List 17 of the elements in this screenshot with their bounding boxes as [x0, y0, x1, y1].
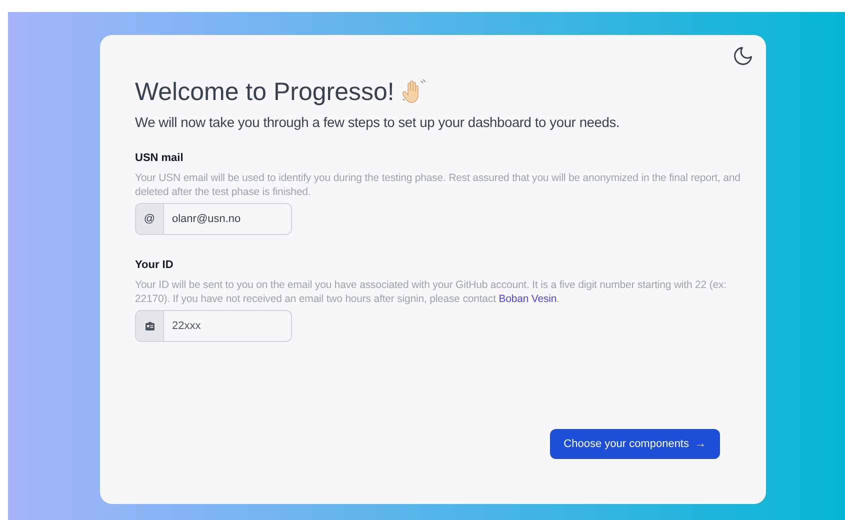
- choose-components-button[interactable]: Choose your components →: [550, 429, 720, 459]
- arrow-icon: →: [695, 438, 706, 450]
- page-subtitle: We will now take you through a few steps to set up your dashboard to your needs.: [135, 115, 621, 130]
- field-label: Your ID: [135, 259, 174, 271]
- help-text: Your USN email will be used to identify you during the testing phase. Rest assured that you will be anonymized in the final report, and deleted after the test phase is finished.: [135, 171, 742, 199]
- page-title: Welcome to Progresso!: [135, 77, 394, 108]
- at-sign-addon: @: [136, 204, 164, 234]
- moon-icon[interactable]: [732, 45, 754, 67]
- input-field[interactable]: 22xxx: [164, 311, 291, 341]
- input-group[interactable]: @ olanr@usn.no: [135, 203, 292, 235]
- input-field[interactable]: olanr@usn.no: [164, 204, 291, 234]
- field-label: USN mail: [135, 152, 184, 164]
- input-group[interactable]: 22xxx: [135, 310, 292, 342]
- help-text: Your ID will be sent to you on the email you have associated with your GitHub account. It is a five digit number starting with 22 (ex: 22170). If you have not received an email two hours after signin, please contact Boban Vesin.: [135, 278, 728, 306]
- id-card-icon: [144, 322, 154, 330]
- contact-link[interactable]: Boban Vesin: [498, 293, 557, 305]
- waving-hand-icon: [400, 78, 428, 106]
